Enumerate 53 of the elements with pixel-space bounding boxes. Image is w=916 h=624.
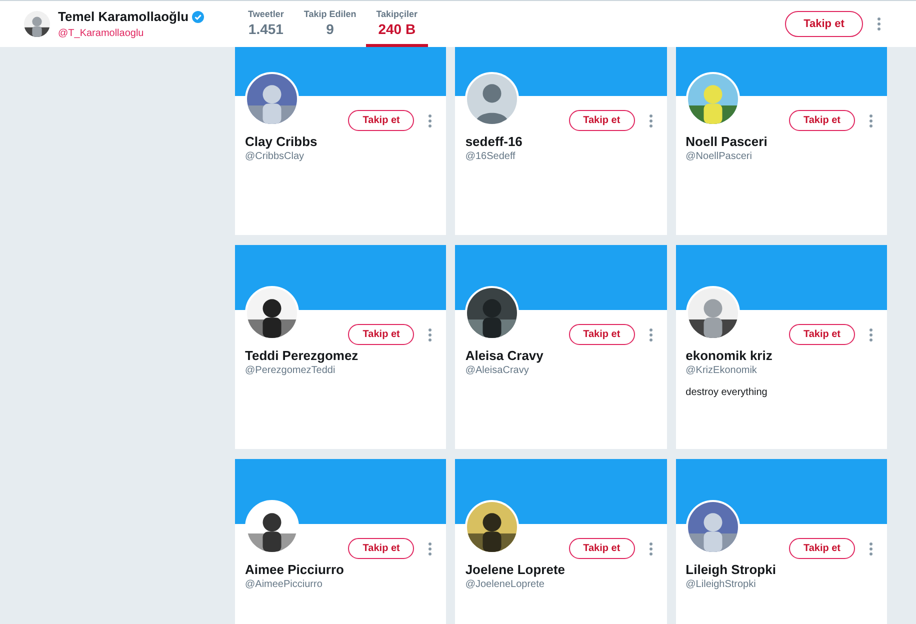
follow-button[interactable]: Takip et bbox=[788, 110, 855, 131]
follower-card[interactable]: Takip et Aleisa Cravy @AleisaCravy bbox=[455, 245, 667, 449]
more-icon[interactable] bbox=[648, 542, 653, 556]
more-icon[interactable] bbox=[648, 328, 653, 342]
follower-card[interactable]: Takip et ekonomik kriz @KrizEkonomik destroy everything bbox=[676, 245, 887, 449]
follow-button[interactable]: Takip et bbox=[788, 324, 855, 345]
follower-card[interactable]: Takip et Clay Cribbs @CribbsClay bbox=[235, 47, 446, 235]
follower-card[interactable]: Takip et Joelene Loprete @JoeleneLoprete bbox=[455, 459, 667, 624]
follow-button[interactable]: Takip et bbox=[788, 538, 855, 559]
user-name[interactable]: Teddi Perezgomez bbox=[245, 348, 436, 364]
user-handle[interactable]: @16Sedeff bbox=[465, 150, 657, 164]
follow-button[interactable]: Takip et bbox=[568, 110, 635, 131]
user-name[interactable]: Aimee Picciurro bbox=[245, 562, 436, 578]
stat-tab[interactable]: Takip Edilen 9 bbox=[294, 1, 366, 47]
profile-name[interactable]: Temel Karamollaoğlu bbox=[58, 6, 189, 26]
follow-button[interactable]: Takip et bbox=[348, 110, 414, 131]
more-icon[interactable] bbox=[868, 542, 873, 556]
more-icon[interactable] bbox=[877, 17, 881, 31]
stat-tab[interactable]: Tweetler 1.451 bbox=[238, 1, 294, 47]
follower-card[interactable]: Takip et Lileigh Stropki @LileighStropki bbox=[676, 459, 887, 624]
user-name[interactable]: ekonomik kriz bbox=[686, 348, 877, 364]
user-handle[interactable]: @JoeleneLoprete bbox=[465, 578, 657, 592]
user-name[interactable]: sedeff-16 bbox=[465, 134, 657, 150]
more-icon[interactable] bbox=[868, 114, 873, 128]
default-avatar-icon bbox=[467, 74, 518, 124]
user-name[interactable]: Joelene Loprete bbox=[465, 562, 657, 578]
user-handle[interactable]: @LileighStropki bbox=[686, 578, 877, 592]
follower-card[interactable]: Takip et Teddi Perezgomez @PerezgomezTeddi bbox=[235, 245, 446, 449]
follow-button[interactable]: Takip et bbox=[568, 538, 635, 559]
follow-button[interactable]: Takip et bbox=[785, 11, 863, 37]
follower-card[interactable]: Takip et Noell Pasceri @NoellPasceri bbox=[676, 47, 887, 235]
follower-card[interactable]: Takip et Aimee Picciurro @AimeePicciurro bbox=[235, 459, 446, 624]
follow-button[interactable]: Takip et bbox=[348, 538, 414, 559]
follow-button[interactable]: Takip et bbox=[568, 324, 635, 345]
user-name[interactable]: Aleisa Cravy bbox=[465, 348, 657, 364]
follow-button[interactable]: Takip et bbox=[348, 324, 414, 345]
more-icon[interactable] bbox=[868, 328, 873, 342]
user-bio: destroy everything bbox=[686, 386, 768, 400]
more-icon[interactable] bbox=[428, 328, 432, 342]
user-name[interactable]: Noell Pasceri bbox=[686, 134, 877, 150]
user-name[interactable]: Clay Cribbs bbox=[245, 134, 436, 150]
user-name[interactable]: Lileigh Stropki bbox=[686, 562, 877, 578]
user-handle[interactable]: @NoellPasceri bbox=[686, 150, 877, 164]
follower-card[interactable]: Takip et sedeff-16 @16Sedeff bbox=[455, 47, 667, 235]
user-handle[interactable]: @PerezgomezTeddi bbox=[245, 364, 436, 378]
more-icon[interactable] bbox=[648, 114, 653, 128]
user-handle[interactable]: @CribbsClay bbox=[245, 150, 436, 164]
user-handle[interactable]: @KrizEkonomik bbox=[686, 364, 877, 378]
user-handle[interactable]: @AleisaCravy bbox=[465, 364, 657, 378]
user-handle[interactable]: @AimeePicciurro bbox=[245, 578, 436, 592]
more-icon[interactable] bbox=[428, 114, 432, 128]
more-icon[interactable] bbox=[428, 542, 432, 556]
profile-handle[interactable]: @T_Karamollaoglu bbox=[58, 26, 238, 42]
